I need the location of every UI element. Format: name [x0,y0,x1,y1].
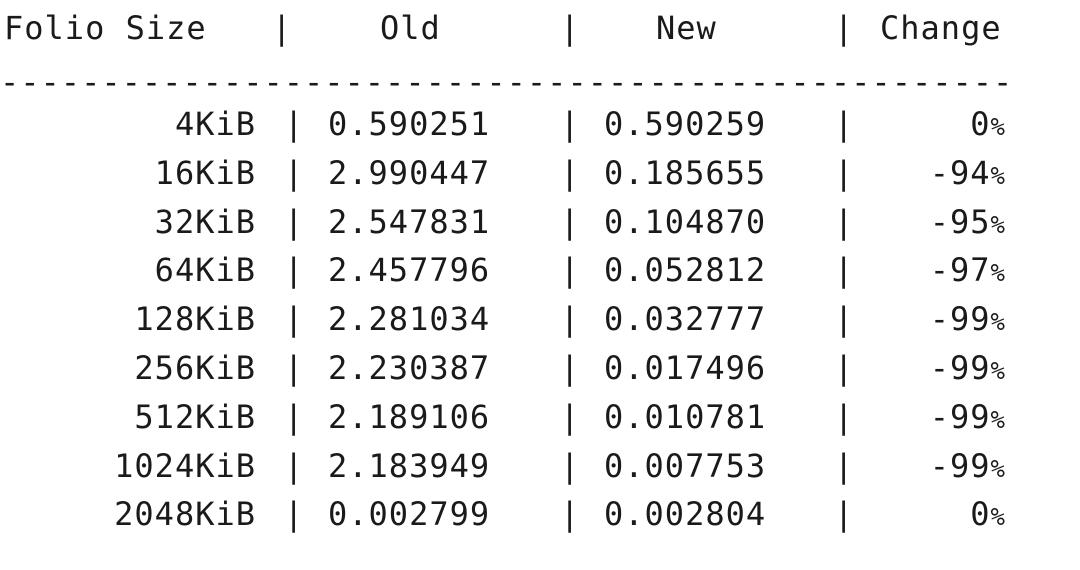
old-value-cell: 2.230387 [328,349,491,387]
header-separator: | [560,9,581,47]
old-value-cell: 2.189106 [328,397,491,436]
column-separator: | [560,397,581,436]
old-value-cell: 0.002799 [328,495,491,534]
header-change: Change [880,9,1002,47]
column-separator: | [834,300,855,339]
change-cell: 0% [860,494,1006,537]
column-separator: | [834,446,855,485]
folio-size-cell: 512KiB [134,397,256,436]
folio-size-cell: 4KiB [174,105,256,143]
folio-size-cell: 16KiB [154,153,256,192]
new-value-cell: 0.052812 [604,251,767,290]
change-cell: -95% [860,202,1006,245]
column-separator: | [834,105,855,143]
column-separator: | [284,105,305,143]
column-separator: | [284,202,305,241]
header-separator: | [272,9,293,47]
folio-size-cell: 256KiB [134,349,256,387]
new-value-cell: 0.032777 [604,300,767,339]
column-separator: | [284,495,305,534]
new-value-cell: 0.590259 [604,105,767,143]
column-separator: | [560,349,581,387]
header-folio-size: Folio Size [4,9,207,47]
folio-size-cell: 1024KiB [114,446,256,485]
change-value: -99 [929,446,991,485]
new-value-cell: 0.002804 [604,495,767,534]
change-cell: -99% [860,446,1006,489]
column-separator: | [834,495,855,534]
new-value-cell: 0.185655 [604,153,767,192]
column-separator: | [284,349,305,387]
percent-sign: % [990,405,1006,434]
column-separator: | [560,495,581,534]
column-separator: | [834,153,855,192]
change-value: 0 [970,105,991,143]
percent-sign: % [990,357,1006,385]
column-separator: | [284,153,305,192]
change-value: -97 [929,251,991,290]
column-separator: | [560,446,581,485]
old-value-cell: 2.457796 [328,251,491,290]
folio-size-cell: 32KiB [154,202,256,241]
change-cell: -99% [860,397,1006,440]
folio-size-cell: 2048KiB [114,495,256,534]
column-separator: | [560,300,581,339]
header-separator: | [834,9,855,47]
percent-sign: % [990,454,1006,483]
change-value: 0 [970,495,991,534]
new-value-cell: 0.104870 [604,202,767,241]
percent-sign: % [990,308,1006,337]
column-separator: | [834,202,855,241]
percent-sign: % [990,161,1006,190]
new-value-cell: 0.010781 [604,397,767,436]
old-value-cell: 2.990447 [328,153,491,192]
new-value-cell: 0.017496 [604,349,767,387]
change-value: -94 [929,153,991,192]
column-separator: | [284,300,305,339]
column-separator: | [834,251,855,290]
column-separator: | [560,153,581,192]
header-new: New [656,9,717,47]
header-old: Old [380,9,441,47]
column-separator: | [284,446,305,485]
change-cell: -99% [860,348,1006,391]
change-cell: -99% [860,299,1006,342]
change-cell: -97% [860,250,1006,293]
benchmark-table: Folio Size | Old | New | Change --------… [0,0,1080,570]
folio-size-cell: 64KiB [154,251,256,290]
column-separator: | [284,397,305,436]
column-separator: | [560,251,581,290]
new-value-cell: 0.007753 [604,446,767,485]
percent-sign: % [990,503,1006,532]
old-value-cell: 0.590251 [328,105,491,143]
old-value-cell: 2.547831 [328,202,491,241]
old-value-cell: 2.183949 [328,446,491,485]
old-value-cell: 2.281034 [328,300,491,339]
percent-sign: % [990,210,1006,239]
column-separator: | [560,202,581,241]
change-value: -99 [929,349,991,387]
column-separator: | [560,105,581,143]
change-cell: -94% [860,153,1006,196]
folio-size-cell: 128KiB [134,300,256,339]
column-separator: | [834,349,855,387]
change-value: -95 [929,202,991,241]
change-cell: 0% [860,104,1006,147]
change-value: -99 [929,300,991,339]
column-separator: | [834,397,855,436]
column-separator: | [284,251,305,290]
header-divider: ----------------------------------------… [0,63,1014,101]
percent-sign: % [990,113,1006,141]
change-value: -99 [929,397,991,436]
percent-sign: % [990,259,1006,288]
